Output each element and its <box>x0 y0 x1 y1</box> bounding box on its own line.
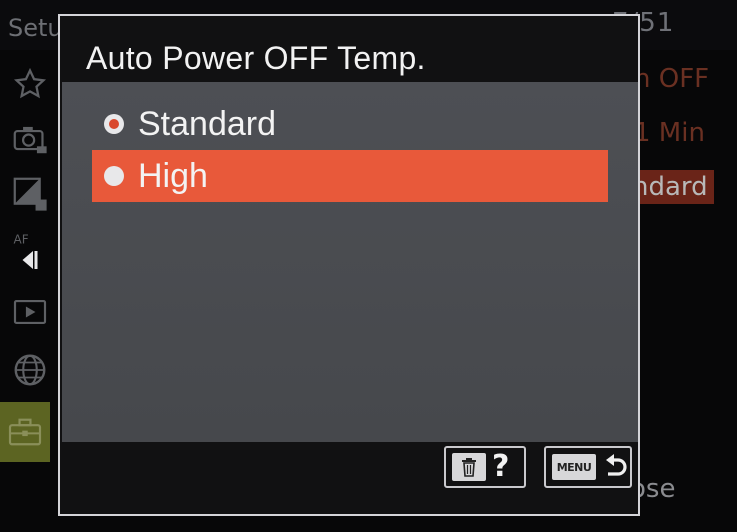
auto-power-off-temp-dialog: Auto Power OFF Temp. Standard High ? MEN… <box>58 14 640 516</box>
back-button[interactable]: MENU <box>544 446 632 488</box>
help-symbol: ? <box>492 449 510 484</box>
background-value-1: n OFF <box>634 64 710 94</box>
background-value-3: ndard <box>630 170 714 204</box>
playback-icon[interactable] <box>8 290 52 334</box>
camera-icon[interactable] <box>8 116 52 160</box>
dialog-options-panel: Standard High <box>62 82 638 442</box>
help-button[interactable]: ? <box>444 446 526 488</box>
af-icon[interactable]: AF <box>8 228 52 280</box>
exposure-icon[interactable] <box>8 172 52 216</box>
option-label: Standard <box>138 104 276 143</box>
option-high[interactable]: High <box>92 150 608 202</box>
back-arrow-icon <box>606 454 627 476</box>
background-value-2: 1 Min <box>634 118 705 148</box>
toolbox-icon[interactable] <box>0 402 50 462</box>
option-label: High <box>138 156 208 195</box>
radio-checked-icon <box>104 114 124 134</box>
menu-key-label: MENU <box>552 454 596 480</box>
globe-icon[interactable] <box>8 348 52 392</box>
svg-text:AF: AF <box>14 233 29 247</box>
trash-icon <box>452 453 486 481</box>
dialog-title: Auto Power OFF Temp. <box>86 40 426 76</box>
option-standard[interactable]: Standard <box>92 98 608 150</box>
star-icon[interactable] <box>8 62 52 106</box>
radio-unchecked-icon <box>104 166 124 186</box>
